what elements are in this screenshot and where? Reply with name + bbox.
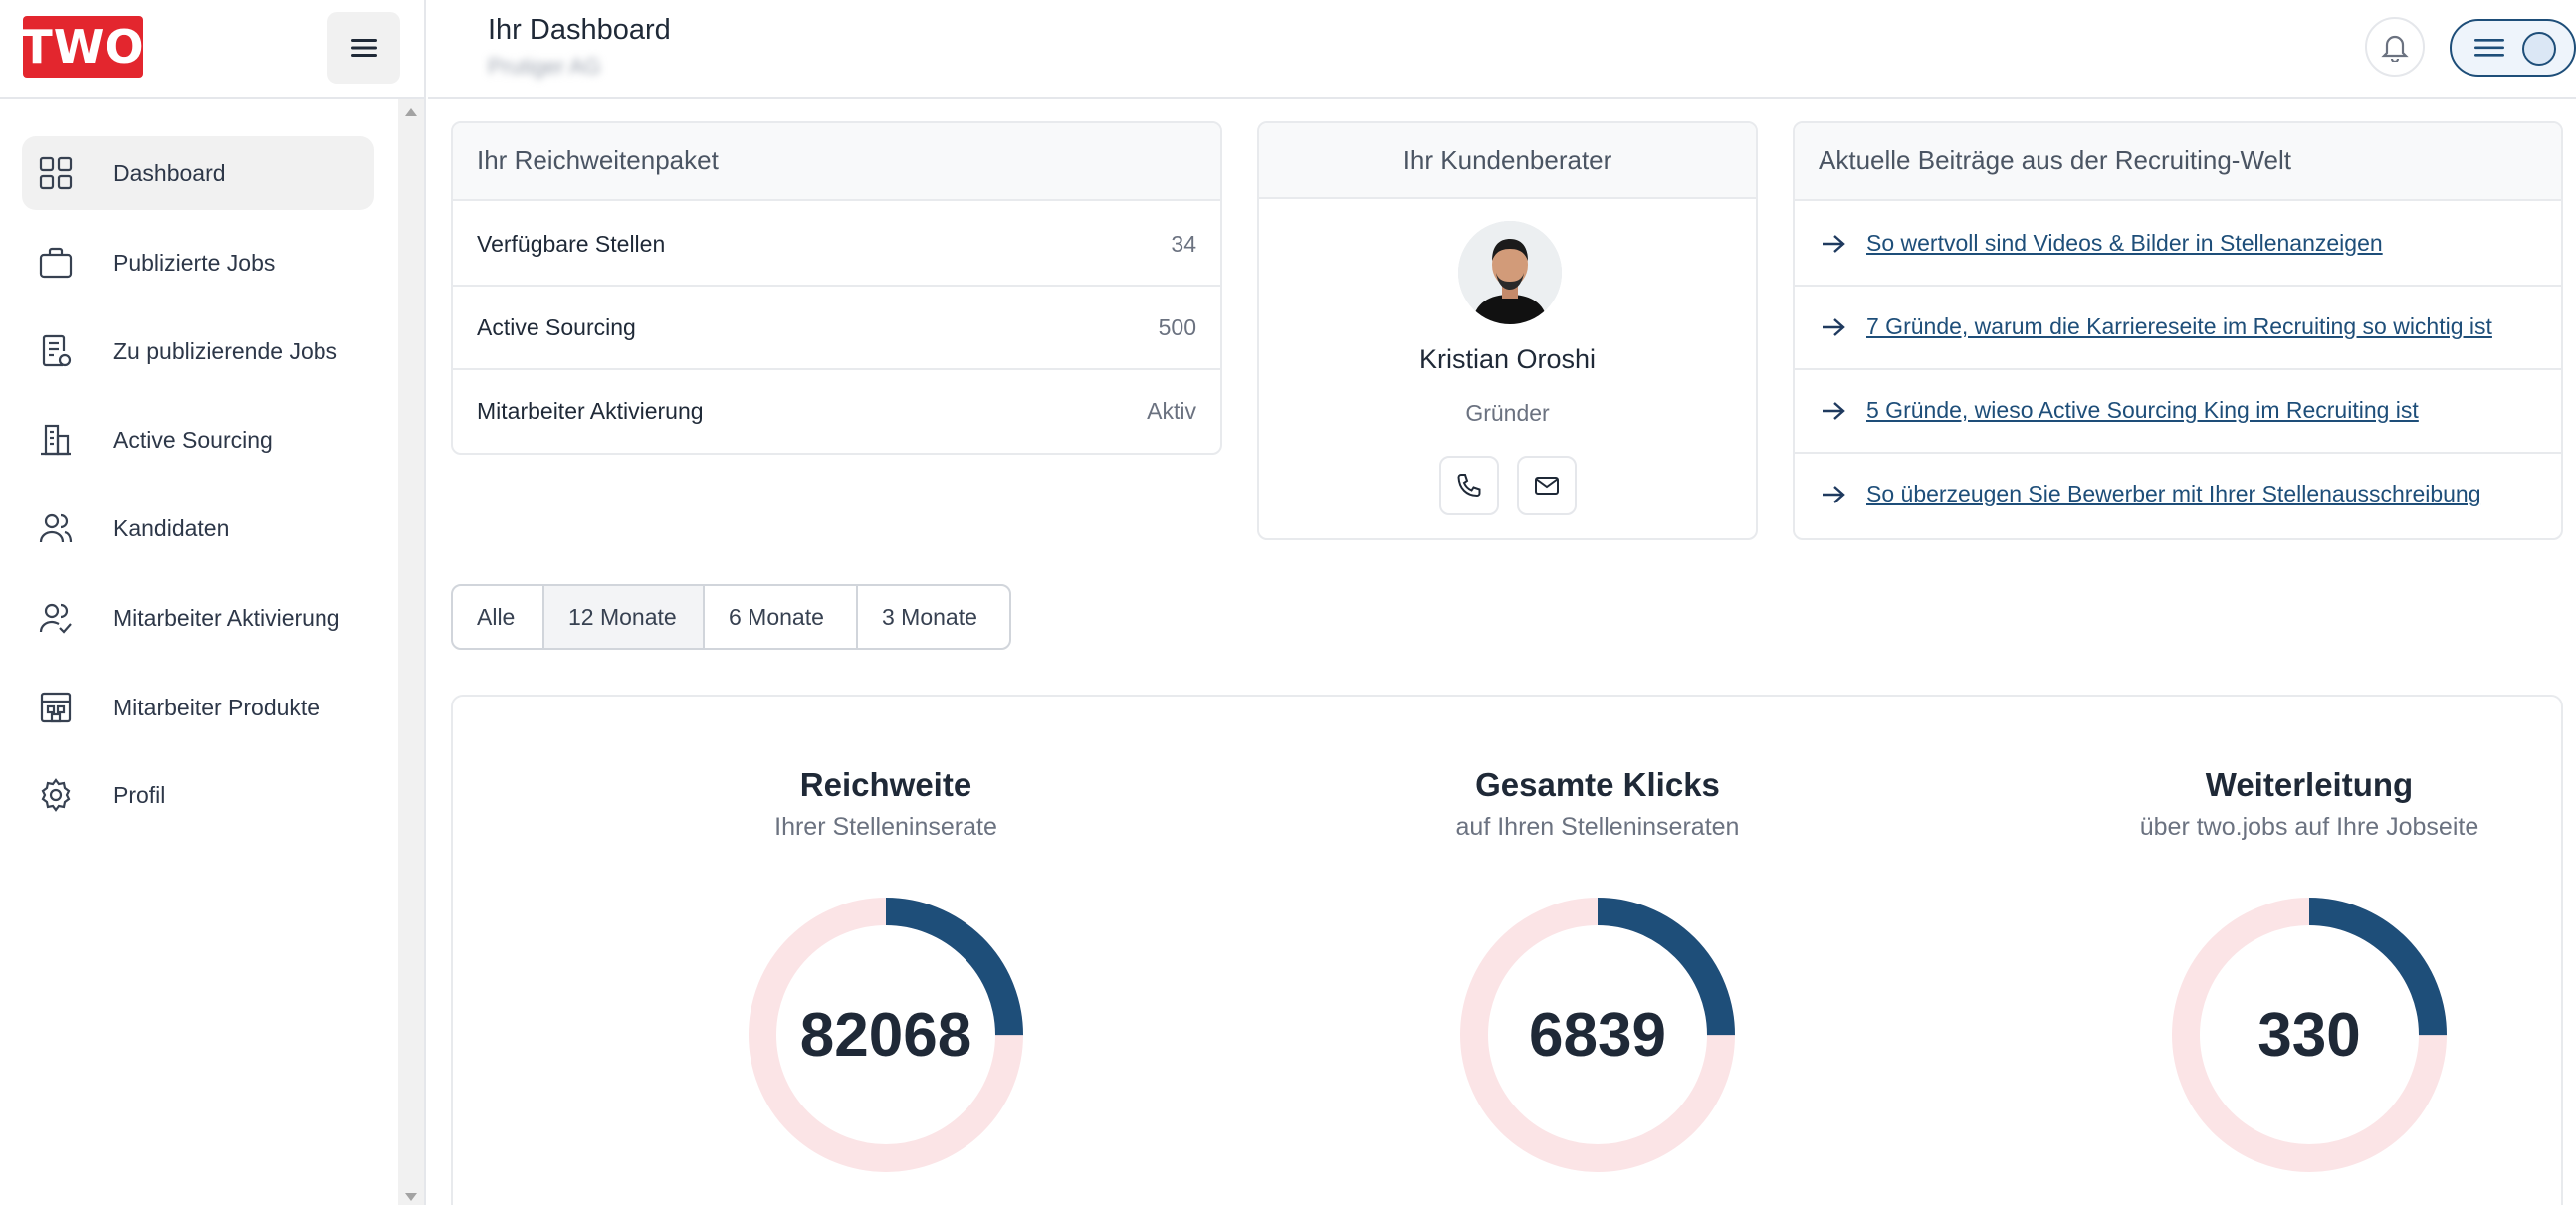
sidebar-item-jobs-to-publish[interactable]: Zu publizierende Jobs xyxy=(22,314,374,388)
stat-reach: Reichweite Ihrer Stelleninserate 82068 xyxy=(537,697,1234,1205)
building-icon xyxy=(41,424,71,456)
stats-panel: Reichweite Ihrer Stelleninserate 82068 G… xyxy=(451,695,2563,1205)
article-link[interactable]: So überzeugen Sie Bewerber mit Ihrer Ste… xyxy=(1866,481,2481,507)
logo[interactable]: TWO xyxy=(21,16,145,78)
sidebar-item-label: Dashboard xyxy=(113,159,226,186)
articles-card-title: Aktuelle Beiträge aus der Recruiting-Wel… xyxy=(1819,145,2291,175)
sidebar-item-profile[interactable]: Profil xyxy=(22,758,374,832)
advisor-photo xyxy=(1458,221,1562,324)
articles-card-header: Aktuelle Beiträge aus der Recruiting-Wel… xyxy=(1795,123,2561,201)
stat-subtitle: Ihrer Stelleninserate xyxy=(774,813,997,841)
package-card: Ihr Reichweitenpaket Verfügbare Stellen … xyxy=(451,121,1222,455)
package-row-value: 34 xyxy=(1171,231,1196,257)
article-link[interactable]: So wertvoll sind Videos & Bilder in Stel… xyxy=(1866,230,2383,257)
bell-icon xyxy=(2381,35,2409,62)
briefcase-icon xyxy=(39,247,73,279)
call-button[interactable] xyxy=(1439,456,1499,515)
advisor-role: Gründer xyxy=(1465,400,1550,426)
period-filter: Alle 12 Monate 6 Monate 3 Monate xyxy=(451,584,1011,650)
users-icon xyxy=(39,513,73,543)
user-menu-button[interactable] xyxy=(2450,19,2576,77)
advisor-card-header: Ihr Kundenberater xyxy=(1259,123,1756,199)
package-row: Active Sourcing 500 xyxy=(453,287,1220,370)
sidebar-item-dashboard[interactable]: Dashboard xyxy=(22,136,374,210)
stat-subtitle: über two.jobs auf Ihre Jobseite xyxy=(2139,813,2479,841)
article-item[interactable]: 5 Gründe, wieso Active Sourcing King im … xyxy=(1795,370,2561,454)
sidebar-item-label: Profil xyxy=(113,781,166,808)
filter-3-months-button[interactable]: 3 Monate xyxy=(858,586,1009,648)
sidebar-scrollbar[interactable] xyxy=(398,99,424,1205)
package-row-value: 500 xyxy=(1158,314,1196,340)
package-row-label: Mitarbeiter Aktivierung xyxy=(477,398,704,424)
sidebar-nav: Dashboard Publizierte Jobs Zu publiziere… xyxy=(0,99,398,1205)
sidebar-item-label: Kandidaten xyxy=(113,514,230,541)
advisor-name: Kristian Oroshi xyxy=(1418,344,1597,374)
sidebar-item-candidates[interactable]: Kandidaten xyxy=(22,492,374,565)
package-card-header: Ihr Reichweitenpaket xyxy=(453,123,1220,201)
stat-clicks: Gesamte Klicks auf Ihren Stelleninserate… xyxy=(1249,697,1946,1205)
package-row-label: Verfügbare Stellen xyxy=(477,231,666,257)
company-name: Prutiger AG xyxy=(488,54,601,79)
stat-title: Weiterleitung xyxy=(2205,766,2414,803)
stat-value: 6839 xyxy=(1529,1000,1666,1070)
sidebar: TWO Dashboard Publizierte Jobs Zu publiz… xyxy=(0,0,426,1205)
stat-title: Reichweite xyxy=(799,766,972,803)
advisor-card-title: Ihr Kundenberater xyxy=(1402,145,1612,175)
articles-card: Aktuelle Beiträge aus der Recruiting-Wel… xyxy=(1793,121,2563,540)
avatar xyxy=(2522,32,2556,66)
gear-icon xyxy=(41,778,71,812)
sidebar-item-label: Active Sourcing xyxy=(113,426,273,453)
sidebar-item-label: Publizierte Jobs xyxy=(113,249,276,276)
arrow-right-icon xyxy=(1823,318,1845,336)
advisor-card: Ihr Kundenberater Kristian Oroshi Gründe… xyxy=(1257,121,1758,540)
menu-toggle-button[interactable] xyxy=(327,12,400,84)
grid-icon xyxy=(39,156,73,190)
sidebar-item-label: Mitarbeiter Produkte xyxy=(113,694,321,720)
sidebar-item-employee-activation[interactable]: Mitarbeiter Aktivierung xyxy=(22,581,374,655)
logo-text: TWO xyxy=(21,20,145,74)
arrow-right-icon xyxy=(1823,235,1845,253)
arrow-right-icon xyxy=(1823,402,1845,420)
logo-area: TWO xyxy=(0,0,426,99)
package-row: Verfügbare Stellen 34 xyxy=(453,203,1220,287)
sidebar-item-label: Mitarbeiter Aktivierung xyxy=(113,604,340,631)
top-header: Ihr Dashboard Prutiger AG xyxy=(428,0,2576,99)
email-button[interactable] xyxy=(1517,456,1577,515)
user-check-icon xyxy=(39,603,72,634)
stat-value: 330 xyxy=(2257,1000,2361,1070)
document-icon xyxy=(42,334,72,367)
package-row-value: Aktiv xyxy=(1147,398,1196,424)
package-row: Mitarbeiter Aktivierung Aktiv xyxy=(453,370,1220,453)
stat-value: 82068 xyxy=(799,1000,972,1070)
hamburger-icon xyxy=(350,39,377,57)
article-item[interactable]: 7 Gründe, warum die Karriereseite im Rec… xyxy=(1795,287,2561,370)
sidebar-item-label: Zu publizierende Jobs xyxy=(113,337,338,364)
filter-12-months-button[interactable]: 12 Monate xyxy=(544,586,705,648)
stat-subtitle: auf Ihren Stelleninseraten xyxy=(1455,813,1740,841)
filter-all-button[interactable]: Alle xyxy=(453,586,544,648)
article-item[interactable]: So überzeugen Sie Bewerber mit Ihrer Ste… xyxy=(1795,454,2561,537)
store-icon xyxy=(40,692,72,723)
sidebar-item-employee-products[interactable]: Mitarbeiter Produkte xyxy=(22,671,374,744)
advisor-portrait xyxy=(1458,221,1562,324)
article-link[interactable]: 5 Gründe, wieso Active Sourcing King im … xyxy=(1866,397,2419,424)
article-link[interactable]: 7 Gründe, warum die Karriereseite im Rec… xyxy=(1866,313,2492,340)
stat-title: Gesamte Klicks xyxy=(1475,766,1720,803)
arrow-right-icon xyxy=(1823,486,1845,503)
scroll-up-icon[interactable] xyxy=(405,108,417,116)
hamburger-icon xyxy=(2474,39,2504,57)
sidebar-item-active-sourcing[interactable]: Active Sourcing xyxy=(22,403,374,477)
page-title: Ihr Dashboard xyxy=(488,14,671,46)
phone-icon xyxy=(1457,474,1481,498)
article-item[interactable]: So wertvoll sind Videos & Bilder in Stel… xyxy=(1795,203,2561,287)
sidebar-item-published-jobs[interactable]: Publizierte Jobs xyxy=(22,226,374,300)
scroll-down-icon[interactable] xyxy=(405,1193,417,1201)
filter-6-months-button[interactable]: 6 Monate xyxy=(705,586,858,648)
stat-redirects: Weiterleitung über two.jobs auf Ihre Job… xyxy=(1961,697,2576,1205)
package-row-label: Active Sourcing xyxy=(477,314,636,340)
package-card-title: Ihr Reichweitenpaket xyxy=(477,145,719,175)
mail-icon xyxy=(1535,477,1559,495)
notifications-button[interactable] xyxy=(2365,17,2425,77)
